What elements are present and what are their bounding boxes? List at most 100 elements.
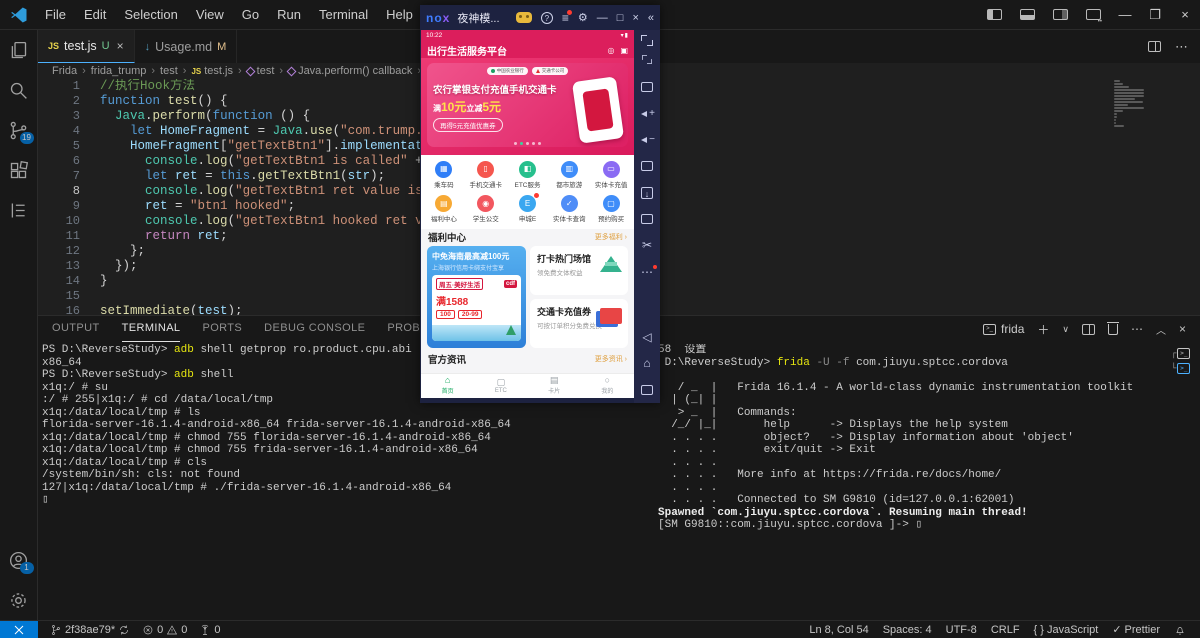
app-grid-item[interactable]: ▦ 乘车码 [423, 158, 465, 192]
menu-run[interactable]: Run [268, 0, 310, 30]
notifications-bell-icon[interactable] [1174, 624, 1186, 636]
breadcrumb-item[interactable]: JS test.js [191, 65, 233, 77]
new-terminal-icon[interactable]: ＋ [1037, 321, 1049, 338]
venue-card[interactable]: 打卡热门场馆 领免费文体权益 [530, 245, 628, 295]
gamepad-icon[interactable] [515, 12, 532, 23]
close-panel-icon[interactable]: × [1179, 322, 1186, 336]
customer-service-icon[interactable]: ◎ [607, 46, 614, 55]
split-editor-icon[interactable] [1148, 41, 1161, 52]
duty-free-card[interactable]: 中免海南最高减100元 上海银行信用卡绑支付宝享 周五·美好生活 cdf 满15… [427, 245, 526, 348]
explorer-icon[interactable] [0, 30, 38, 70]
app-grid-item[interactable]: E 申城E [507, 192, 549, 226]
minimap[interactable] [1114, 79, 1160, 128]
android-recents-icon[interactable] [639, 382, 655, 398]
nox-maximize-button[interactable]: □ [617, 12, 624, 24]
nox-resize-icon[interactable] [641, 54, 654, 66]
terminal-profile[interactable]: >_ frida [983, 322, 1024, 336]
tab-testjs[interactable]: JS test.js U × [38, 30, 135, 63]
app-grid-item[interactable]: ✓ 实体卡查询 [548, 192, 590, 226]
nav-item-卡片[interactable]: ▤ 卡片 [528, 374, 581, 399]
nox-fullscreen-icon[interactable] [639, 33, 655, 48]
nav-item-首页[interactable]: ⌂ 首页 [421, 374, 474, 399]
settings-gear-icon[interactable] [0, 580, 38, 620]
monitor-icon[interactable] [639, 158, 655, 174]
sync-icon[interactable] [118, 624, 130, 636]
cursor-position[interactable]: Ln 8, Col 54 [809, 624, 868, 636]
scan-icon[interactable]: ▣ [620, 46, 628, 55]
nav-item-etc[interactable]: ▢ ETC [474, 374, 527, 399]
toggle-sidebar-icon[interactable] [987, 9, 1002, 20]
git-branch-status[interactable]: 2f38ae79* [50, 624, 130, 636]
banner-card[interactable]: 中国农业银行 交通卡公司 农行掌银支付充值手机交通卡 满10元立减5元 再得5元… [427, 63, 628, 148]
app-grid-item[interactable]: ▤ 福利中心 [423, 192, 465, 226]
terminal-tab-item[interactable]: └ >_ [1171, 361, 1197, 376]
terminal-dropdown-icon[interactable]: ∨ [1062, 324, 1069, 335]
menu-terminal[interactable]: Terminal [310, 0, 377, 30]
help-icon[interactable]: ? [540, 11, 553, 24]
app-grid-item[interactable]: ▥ 都市旅游 [548, 158, 590, 192]
accounts-icon[interactable]: 1 [0, 540, 38, 580]
ports-status[interactable]: 0 [199, 624, 221, 636]
panel-tab-output[interactable]: OUTPUT [52, 316, 100, 342]
android-home-icon[interactable]: ⌂ [639, 355, 655, 371]
menu-selection[interactable]: Selection [115, 0, 186, 30]
app-grid-item[interactable]: ▭ 实体卡充值 [590, 158, 632, 192]
more-icon[interactable]: ⋯ [639, 264, 657, 280]
panel-tab-terminal[interactable]: TERMINAL [121, 316, 181, 342]
android-screen[interactable]: 10:22 ▾▮ 出行生活服务平台 ◎ ▣ 中国农业银行 交通卡公司 农行掌银支… [421, 30, 634, 398]
menu-edit[interactable]: Edit [75, 0, 115, 30]
app-grid-item[interactable]: ◉ 学生公交 [465, 192, 507, 226]
nox-settings-gear-icon[interactable]: ⚙ [578, 11, 588, 24]
language-mode[interactable]: { } JavaScript [1034, 624, 1099, 636]
source-control-icon[interactable]: 19 [0, 110, 38, 150]
app-grid-item[interactable]: ◧ ETC服务 [507, 158, 549, 192]
tab-usagemd[interactable]: ↓ Usage.md M [134, 30, 238, 63]
window-close-button[interactable]: × [1170, 0, 1200, 30]
breadcrumb-item[interactable]: Frida [52, 65, 77, 77]
search-icon[interactable] [0, 70, 38, 110]
menu-icon[interactable]: ≡ [562, 9, 572, 25]
panel-more-actions-icon[interactable]: ⋯ [1131, 322, 1143, 336]
menu-go[interactable]: Go [233, 0, 268, 30]
extensions-icon[interactable] [0, 150, 38, 190]
shake-icon[interactable] [639, 211, 655, 227]
virtual-keyboard-icon[interactable] [639, 79, 655, 95]
kill-terminal-icon[interactable] [1106, 321, 1119, 335]
android-back-icon[interactable]: ◁ [639, 329, 655, 345]
terminal-right-pane[interactable]: 58 设置 D:\ReverseStudy> frida -U -f com.j… [658, 344, 1170, 620]
window-restore-button[interactable]: ❐ [1140, 0, 1170, 30]
screenshot-scissors-icon[interactable]: ✂ [639, 237, 655, 253]
volume-up-icon[interactable]: + [639, 106, 655, 122]
tab-close-icon[interactable]: × [117, 39, 124, 53]
toggle-panel-icon[interactable] [1020, 9, 1035, 20]
nox-close-button[interactable]: × [632, 12, 638, 24]
promo-banner[interactable]: 中国农业银行 交通卡公司 农行掌银支付充值手机交通卡 满10元立减5元 再得5元… [421, 58, 634, 155]
recharge-voucher-card[interactable]: 交通卡充值券 可按订单积分免费兑换 [530, 298, 628, 348]
panel-tab-ports[interactable]: PORTS [202, 316, 242, 342]
menu-view[interactable]: View [187, 0, 233, 30]
customize-layout-icon[interactable] [1086, 9, 1102, 25]
outline-icon[interactable] [0, 190, 38, 230]
panel-tab-debug-console[interactable]: DEBUG CONSOLE [264, 316, 365, 342]
nox-minimize-button[interactable]: — [597, 12, 608, 24]
editor-more-actions-icon[interactable]: ⋯ [1175, 39, 1188, 55]
window-minimize-button[interactable]: — [1110, 0, 1140, 30]
breadcrumb-item[interactable]: Java.perform() callback [286, 65, 412, 77]
welfare-more-link[interactable]: 更多福利 › [595, 232, 627, 242]
app-grid-item[interactable]: ▯ 手机交通卡 [465, 158, 507, 192]
maximize-panel-icon[interactable]: ︿ [1156, 322, 1166, 337]
problems-status[interactable]: 0 0 [142, 624, 187, 636]
encoding-status[interactable]: UTF-8 [946, 624, 977, 636]
nav-item-我的[interactable]: ○ 我的 [581, 374, 634, 399]
eol-status[interactable]: CRLF [991, 624, 1020, 636]
nox-emulator-window[interactable]: nox 夜神模... ? ≡ ⚙ — □ × « 10:22 ▾▮ 出行生活服务… [420, 5, 660, 403]
app-grid-item[interactable]: ▢ 预约购买 [590, 192, 632, 226]
nox-collapse-sidebar-icon[interactable]: « [648, 12, 654, 24]
volume-down-icon[interactable]: − [639, 132, 655, 148]
menu-file[interactable]: File [36, 0, 75, 30]
install-apk-icon[interactable] [639, 185, 655, 202]
breadcrumb-item[interactable]: frida_trump [91, 65, 147, 77]
breadcrumb-item[interactable]: test [160, 65, 178, 77]
menu-help[interactable]: Help [377, 0, 422, 30]
breadcrumb-item[interactable]: test [245, 65, 274, 77]
